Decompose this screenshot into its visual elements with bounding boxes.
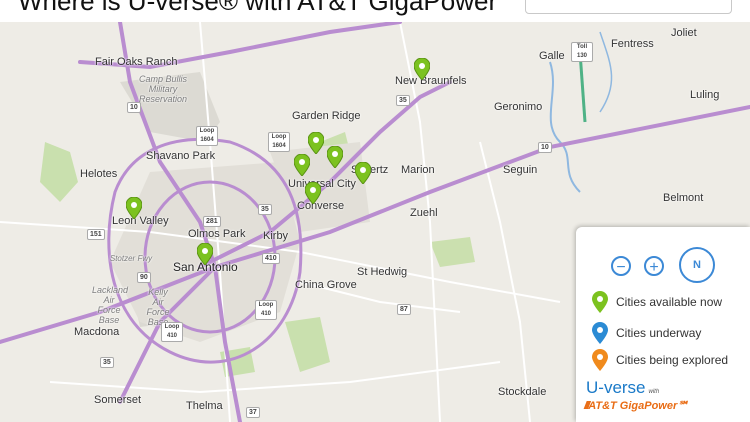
map-label-stotzer-fwy: Stotzer Fwy — [109, 254, 153, 263]
highway-shield: Loop 1604 — [268, 132, 290, 152]
map-label-stockdale: Stockdale — [498, 386, 547, 398]
legend-panel: − + N Cities available now Cities underw… — [576, 227, 750, 422]
zoom-in-button[interactable]: + — [644, 256, 664, 276]
map-label-thelma: Thelma — [186, 400, 223, 412]
compass-label: N — [693, 259, 701, 271]
gigapower-logo: ////AT&T GigaPower℠ — [584, 400, 689, 412]
highway-shield: Loop 410 — [255, 300, 277, 320]
pan-compass-button[interactable]: N — [679, 247, 715, 283]
map-label-belmont: Belmont — [663, 192, 704, 204]
highway-shield: 281 — [203, 216, 221, 227]
legend-label: Cities underway — [616, 326, 702, 340]
map-label-china-grove: China Grove — [295, 279, 357, 291]
search-input[interactable] — [525, 0, 732, 14]
green-pin-icon — [592, 291, 608, 313]
map-label-fentress: Fentress — [611, 38, 654, 50]
city-pin-san-antonio[interactable] — [197, 243, 213, 265]
orange-pin-icon — [592, 349, 608, 371]
city-pin-cibolo[interactable] — [355, 162, 371, 184]
map-label-helotes: Helotes — [80, 168, 118, 180]
city-pin-leon-valley[interactable] — [126, 197, 142, 219]
map-label-marion: Marion — [401, 164, 435, 176]
map-label-camp-bullis: Camp Bullis Military Reservation — [138, 74, 188, 104]
map-label-st-hedwig: St Hedwig — [357, 266, 408, 278]
map-label-olmos-park: Olmos Park — [188, 228, 246, 240]
map-label-shavano-park: Shavano Park — [146, 150, 216, 162]
city-pin-converse[interactable] — [305, 182, 321, 204]
map-label-kirby: Kirby — [263, 230, 289, 242]
city-pin-new-braunfels[interactable] — [414, 58, 430, 80]
legend-label: Cities being explored — [616, 353, 729, 367]
highway-shield: 151 — [87, 229, 105, 240]
map-label-new-braunfels: New Braunfels — [395, 75, 467, 87]
blue-pin-icon — [592, 322, 608, 344]
header-bar: Where is U-verse® with AT&T GigaPower℠? — [0, 0, 750, 22]
highway-shield: 87 — [397, 304, 411, 315]
highway-shield: 35 — [396, 95, 410, 106]
page-title: Where is U-verse® with AT&T GigaPower℠? — [18, 0, 539, 16]
map-label-macdona: Macdona — [74, 326, 120, 338]
map-label-garden-ridge: Garden Ridge — [292, 110, 361, 122]
highway-shield: 90 — [137, 272, 151, 283]
map-label-luling: Luling — [690, 89, 720, 101]
city-pin-schertz[interactable] — [327, 146, 343, 168]
zoom-out-button[interactable]: − — [611, 256, 631, 276]
city-pin-garden-ridge[interactable] — [308, 132, 324, 154]
map-label-joliet: Joliet — [671, 27, 697, 39]
highway-shield: 35 — [100, 357, 114, 368]
highway-shield: Loop 1604 — [196, 126, 218, 146]
highway-shield: Toll 130 — [571, 42, 593, 62]
highway-shield: 35 — [258, 204, 272, 215]
highway-shield: Loop 410 — [161, 322, 183, 342]
map-label-zuehl: Zuehl — [410, 207, 438, 219]
map-label-seguin: Seguin — [503, 164, 538, 176]
legend-label: Cities available now — [616, 295, 723, 309]
map-label-lackland: Lackland Air Force Base — [92, 285, 129, 325]
highway-shield: 10 — [127, 102, 141, 113]
map-label-somerset: Somerset — [94, 394, 142, 406]
highway-shield: 37 — [246, 407, 260, 418]
city-pin-universal-city[interactable] — [294, 154, 310, 176]
highway-shield: 410 — [262, 253, 280, 264]
uverse-logo: U-verse with — [586, 378, 660, 397]
highway-shield: 10 — [538, 142, 552, 153]
map-label-universal-city: Universal City — [288, 178, 356, 190]
map-label-fair-oaks-ranch: Fair Oaks Ranch — [95, 56, 178, 68]
map-label-geronimo: Geronimo — [494, 101, 543, 113]
map-label-kelly: Kelly Air Force Base — [146, 287, 170, 327]
map-label-galle: Galle — [539, 50, 565, 62]
